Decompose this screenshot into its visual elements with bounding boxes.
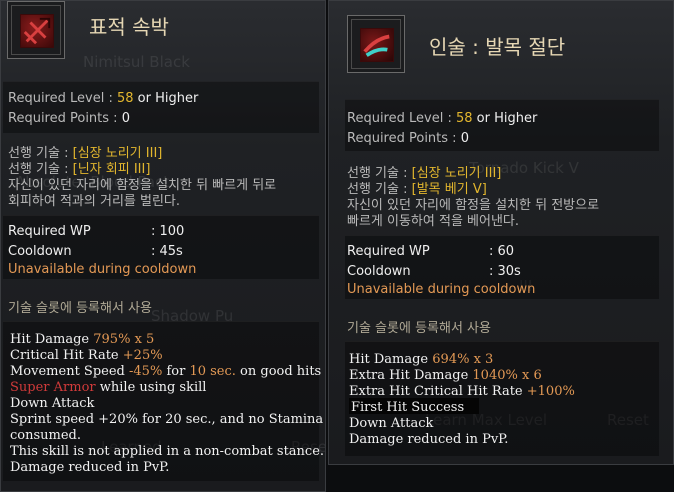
pvp-reduction-row: Damage reduced in PvP. [10,460,170,475]
skill-icon-frame [7,1,65,59]
unavailable-during-cooldown: Unavailable during cooldown [347,282,536,297]
skill-tooltip-left: Nimitsul Black Absolute: Blood Pact Lear… [0,0,326,492]
skill-description-line2: 빠르게 이동하여 적을 베어낸다. [347,214,520,229]
sprint-speed-row-cont: consumed. [10,428,81,443]
skill-description-line1: 자신이 있던 자리에 함정을 설치한 뒤 전방으로 [347,198,600,213]
movement-speed-row: Movement Speed -45% for 10 sec. on good … [10,364,322,379]
cooldown-label: Cooldown [347,264,411,279]
skill-description-line1: 자신이 있던 자리에 함정을 설치한 뒤 빠르게 뒤로 [8,178,277,193]
tooltip-header: 인술 : 발목 절단 [329,1,673,73]
required-wp-label: Required WP [347,244,430,259]
critical-hit-rate-row: Critical Hit Rate +25% [10,348,163,363]
down-attack-row: Down Attack [10,396,95,411]
cooldown-label: Cooldown [8,244,72,259]
hit-damage-row: Hit Damage 694% x 3 [349,352,494,367]
required-wp-label: Required WP [8,224,91,239]
super-armor-row: Super Armor while using skill [10,380,207,395]
skill-icon [20,14,54,48]
down-attack-row: Down Attack [349,416,434,431]
prerequisite-skill-2: 선행 기술 : [닌자 회피 III] [8,162,151,177]
pvp-reduction-row: Damage reduced in PvP. [349,432,509,447]
required-points-row: Required Points : 0 [8,111,130,126]
non-combat-row: This skill is not applied in a non-comba… [10,444,325,459]
required-wp-value: : 100 [151,224,185,239]
prerequisite-skill-2: 선행 기술 : [발목 베기 V] [347,182,487,197]
hit-damage-row: Hit Damage 795% x 5 [10,332,155,347]
required-level-value: 58 [116,91,134,106]
required-level-row: Required Level : 58 or Higher [8,91,199,106]
required-level-row: Required Level : 58 or Higher [347,111,538,126]
skill-title: 표적 속박 [89,15,169,39]
skill-slot-title: 기술 슬롯에 등록해서 사용 [347,321,491,336]
prerequisite-skill-1: 선행 기술 : [심장 노리기 III] [347,166,502,181]
first-hit-success-row: First Hit Success [351,400,465,415]
skill-slot-title: 기술 슬롯에 등록해서 사용 [8,301,152,316]
extra-hit-damage-row: Extra Hit Damage 1040% x 6 [349,368,542,383]
skill-tooltip-right: Tornado Kick V Learn Max Level Reset III… [328,0,674,465]
skill-description-line2: 회피하여 적과의 거리를 벌린다. [8,194,181,209]
prerequisite-skill-1: 선행 기술 : [심장 노리기 III] [8,146,163,161]
unavailable-during-cooldown: Unavailable during cooldown [8,262,197,277]
required-level-value: 58 [455,111,473,126]
skill-icon-frame [347,15,405,73]
required-wp-value: : 60 [489,244,515,259]
sprint-speed-row: Sprint speed +20% for 20 sec., and no St… [10,412,324,427]
skill-title: 인술 : 발목 절단 [429,35,566,59]
skill-icon [360,28,394,62]
cooldown-value: : 30s [489,264,521,279]
required-points-row: Required Points : 0 [347,131,469,146]
cooldown-value: : 45s [151,244,183,259]
tooltip-header: 표적 속박 [1,1,325,73]
